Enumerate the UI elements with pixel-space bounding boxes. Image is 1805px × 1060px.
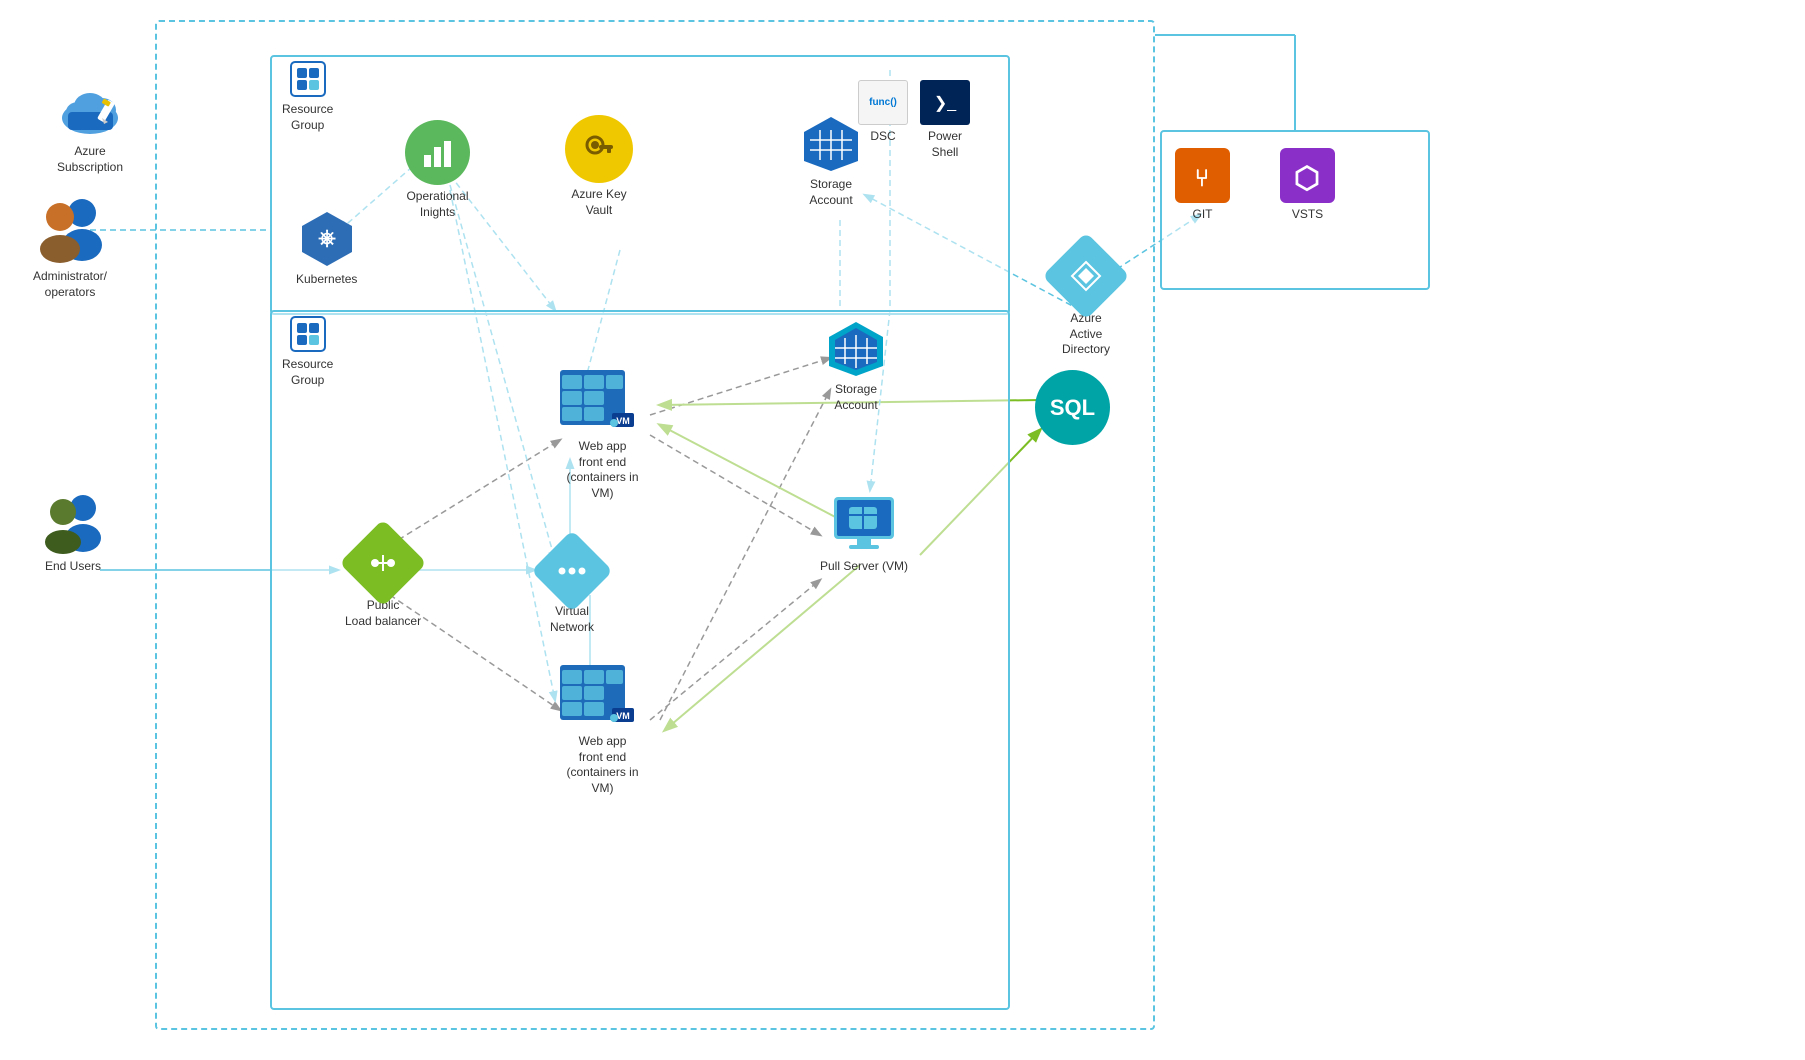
power-shell-node: ❯_ PowerShell: [920, 80, 970, 160]
svg-text:⑂: ⑂: [1195, 165, 1209, 192]
dsc-label: DSC: [870, 129, 895, 145]
vsts-node: ⬡ VSTS: [1280, 148, 1335, 223]
git-icon: ⑂: [1175, 148, 1230, 203]
web-app-bottom-icon: VM: [560, 660, 645, 730]
end-users-icon: [38, 490, 108, 555]
diagram-container: Azure Subscription Administrator/operato…: [0, 0, 1805, 1060]
resource-group-bottom-label: ResourceGroup: [282, 357, 333, 388]
azure-subscription-icon: [58, 80, 123, 140]
aad-label: AzureActiveDirectory: [1062, 311, 1110, 358]
resource-group-bottom-node: ResourceGroup: [282, 315, 333, 388]
pull-server-node: Pull Server (VM): [820, 495, 908, 575]
storage-account-bottom-icon: [825, 320, 887, 378]
sql-label-text: SQL: [1050, 395, 1095, 421]
key-vault-icon: [565, 115, 633, 183]
operational-insights-label: OperationalInights: [406, 189, 468, 220]
dsc-node: func() DSC: [858, 80, 908, 145]
pull-server-label: Pull Server (VM): [820, 559, 908, 575]
storage-account-top-icon: [800, 115, 862, 173]
web-app-bottom-label: Web appfront end(containers inVM): [566, 734, 638, 796]
git-label: GIT: [1193, 207, 1213, 223]
web-app-top-node: VM Web appfront end(containers inVM): [560, 365, 645, 501]
virtual-network-icon: [531, 530, 613, 612]
azure-subscription-label: Azure Subscription: [40, 144, 140, 175]
load-balancer-icon: [339, 519, 427, 607]
web-app-top-icon: VM: [560, 365, 645, 435]
key-vault-label: Azure KeyVault: [571, 187, 626, 218]
virtual-network-node: VirtualNetwork: [543, 542, 601, 635]
power-shell-label: PowerShell: [928, 129, 962, 160]
svg-text:⎈: ⎈: [318, 225, 336, 250]
storage-account-bottom-node: StorageAccount: [825, 320, 887, 413]
admin-label: Administrator/operators: [33, 269, 107, 300]
svg-text:⬡: ⬡: [1294, 162, 1320, 195]
operational-insights-node: OperationalInights: [405, 120, 470, 220]
resource-group-top-icon: [289, 60, 327, 98]
storage-account-top-label: StorageAccount: [809, 177, 852, 208]
vsts-label: VSTS: [1292, 207, 1323, 223]
end-users-node: End Users: [38, 490, 108, 575]
end-users-label: End Users: [45, 559, 101, 575]
dsc-icon: func(): [858, 80, 908, 125]
web-app-bottom-node: VM Web appfront end(containers inVM): [560, 660, 645, 796]
admin-node: Administrator/operators: [30, 195, 110, 300]
vsts-icon: ⬡: [1280, 148, 1335, 203]
load-balancer-node: PublicLoad balancer: [345, 532, 421, 629]
kubernetes-label: Kubernetes: [296, 272, 357, 288]
resource-group-top-node: ResourceGroup: [282, 60, 333, 133]
storage-account-top-node: StorageAccount: [800, 115, 862, 208]
sql-icon: SQL: [1035, 370, 1110, 445]
svg-text:VM: VM: [616, 416, 630, 426]
aad-icon: [1042, 232, 1130, 320]
kubernetes-icon: ⎈: [298, 210, 356, 268]
power-shell-icon: ❯_: [920, 80, 970, 125]
resource-group-top-label: ResourceGroup: [282, 102, 333, 133]
pull-server-icon: [829, 495, 899, 555]
git-node: ⑂ GIT: [1175, 148, 1230, 223]
operational-insights-icon: [405, 120, 470, 185]
web-app-top-label: Web appfront end(containers inVM): [566, 439, 638, 501]
resource-group-bottom-icon: [289, 315, 327, 353]
sql-node: SQL: [1035, 370, 1110, 449]
storage-account-bottom-label: StorageAccount: [834, 382, 877, 413]
svg-text:VM: VM: [616, 711, 630, 721]
admin-icon: [30, 195, 110, 265]
key-vault-node: Azure KeyVault: [565, 115, 633, 218]
azure-subscription-node: Azure Subscription: [40, 80, 140, 175]
aad-node: AzureActiveDirectory: [1055, 245, 1117, 358]
kubernetes-node: ⎈ Kubernetes: [296, 210, 357, 288]
